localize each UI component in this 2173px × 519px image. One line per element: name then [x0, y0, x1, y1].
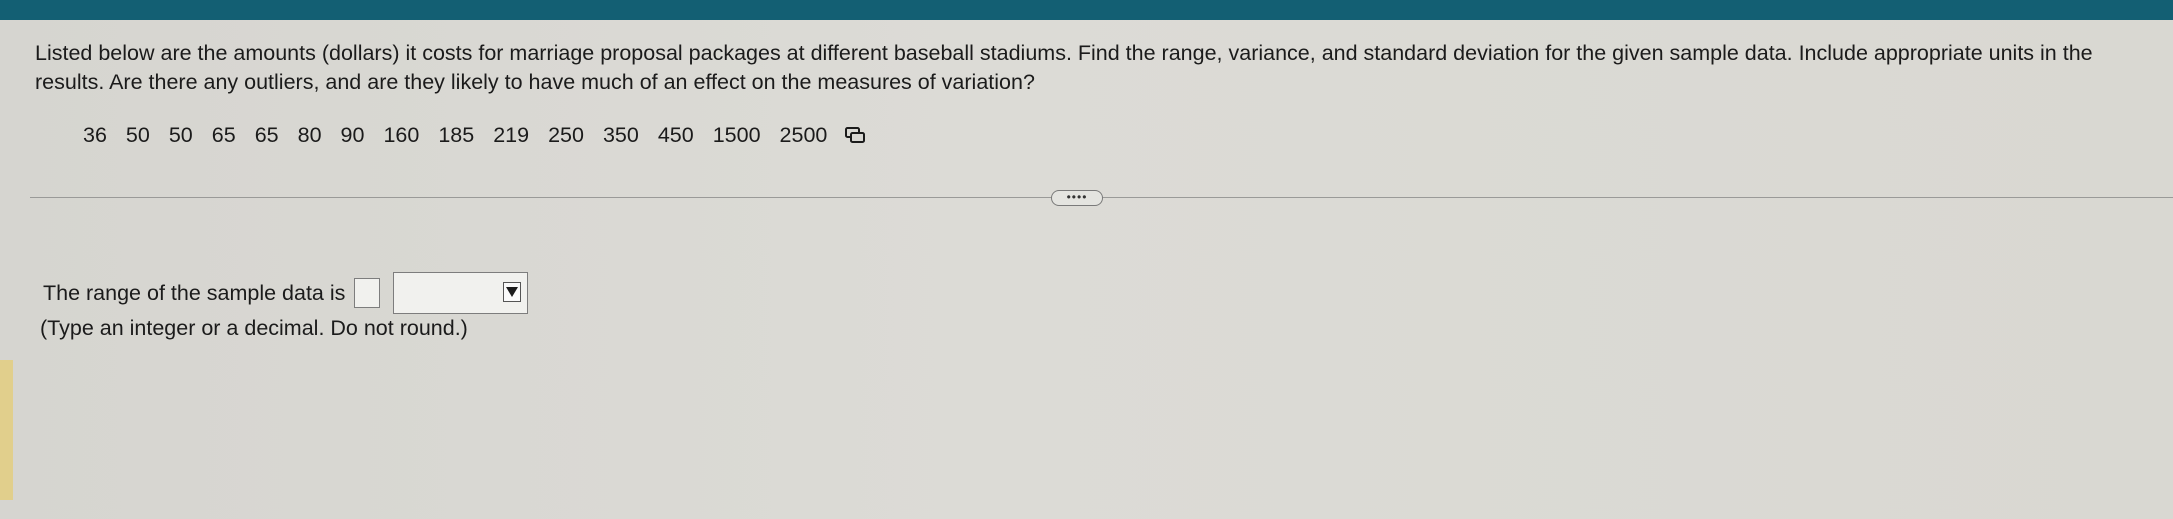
question-page: Listed below are the amounts (dollars) i…: [0, 20, 2173, 519]
top-bar: [0, 0, 2173, 20]
data-value: 50: [125, 122, 150, 147]
dropdown-arrow-icon[interactable]: [503, 282, 522, 302]
data-value: 36: [83, 122, 107, 147]
data-value: 80: [297, 122, 322, 147]
data-value: 65: [254, 122, 279, 147]
data-value: 219: [493, 122, 530, 147]
unit-dropdown[interactable]: [393, 272, 529, 314]
data-value: 185: [438, 122, 475, 147]
data-value: 1500: [712, 122, 761, 147]
copy-data-icon[interactable]: [844, 125, 866, 145]
more-options-button[interactable]: ••••: [1051, 190, 1103, 206]
answer-line: The range of the sample data is: [43, 272, 529, 314]
data-value: 250: [548, 122, 584, 147]
left-accent-strip: [0, 360, 13, 500]
data-value: 2500: [779, 122, 828, 147]
data-value: 90: [340, 122, 365, 147]
data-value: 350: [602, 122, 639, 147]
range-prompt: The range of the sample data is: [43, 280, 346, 305]
data-value: 450: [657, 122, 694, 147]
data-value: 160: [383, 122, 420, 147]
question-text: Listed below are the amounts (dollars) i…: [35, 41, 2093, 94]
data-values-row: 36 50 50 65 65 80 90 160 185 219 250 350…: [83, 120, 866, 150]
range-answer-input[interactable]: [354, 278, 381, 308]
data-value: 65: [211, 122, 236, 147]
answer-hint: (Type an integer or a decimal. Do not ro…: [40, 316, 468, 340]
data-value: 50: [168, 122, 193, 147]
